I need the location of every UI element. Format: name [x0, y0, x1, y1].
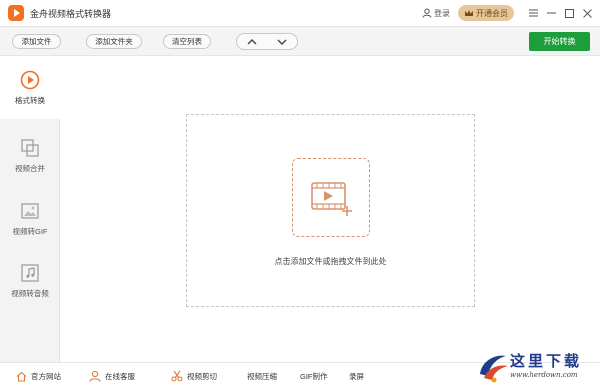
watermark-text: 这里下载	[510, 352, 583, 370]
maximize-icon	[564, 8, 574, 18]
sidebar: 格式转换 视频合并 视频转GIF 视频转音频	[0, 57, 60, 362]
add-video-icon	[311, 181, 352, 216]
add-folder-button[interactable]: 添加文件夹	[86, 34, 142, 49]
user-icon	[422, 8, 432, 18]
app-logo-icon	[8, 5, 24, 21]
chevron-up-icon	[247, 38, 257, 44]
watermark: 这里下载 www.herdown.com	[470, 344, 600, 388]
title-bar: 金舟视频格式转换器 登录 开通会员	[0, 0, 600, 26]
merge-icon	[20, 138, 40, 158]
move-down-button[interactable]	[267, 34, 297, 49]
scissors-icon	[171, 370, 183, 382]
screen-record-label: 录屏	[349, 371, 364, 381]
toolbar: 添加文件 添加文件夹 清空列表 开始转换	[0, 26, 600, 56]
title-bar-controls: 登录 开通会员	[422, 0, 600, 26]
sidebar-item-video-to-audio[interactable]: 视频转音频	[0, 250, 60, 312]
support-icon	[89, 370, 101, 382]
support-label: 在线客服	[105, 371, 135, 381]
sidebar-item-label: 视频合并	[15, 164, 45, 173]
close-button[interactable]	[578, 0, 596, 26]
video-compress-link[interactable]: 视频压缩	[247, 363, 277, 388]
home-icon	[16, 371, 27, 382]
add-file-button[interactable]: 添加文件	[12, 34, 61, 49]
website-label: 官方网站	[31, 371, 61, 381]
start-convert-button[interactable]: 开始转换	[529, 32, 590, 51]
gif-make-link[interactable]: GIF制作	[300, 363, 328, 388]
vip-label: 开通会员	[476, 8, 508, 18]
close-icon	[582, 8, 592, 18]
screen-record-link[interactable]: 录屏	[349, 363, 364, 388]
move-up-button[interactable]	[237, 34, 267, 49]
video-cut-label: 视频剪切	[187, 371, 217, 381]
website-link[interactable]: 官方网站	[16, 363, 61, 388]
menu-button[interactable]	[524, 0, 542, 26]
sidebar-item-format-convert[interactable]: 格式转换	[0, 57, 60, 119]
video-compress-label: 视频压缩	[247, 371, 277, 381]
sidebar-item-video-merge[interactable]: 视频合并	[0, 125, 60, 187]
login-button[interactable]: 登录	[422, 8, 450, 19]
add-video-button[interactable]	[292, 158, 370, 237]
support-link[interactable]: 在线客服	[89, 363, 135, 388]
gif-make-label: GIF制作	[300, 371, 328, 381]
sidebar-item-video-to-gif[interactable]: 视频转GIF	[0, 188, 60, 250]
minimize-button[interactable]	[542, 0, 560, 26]
menu-icon	[528, 9, 538, 17]
chevron-down-icon	[277, 39, 287, 45]
watermark-logo-icon	[480, 355, 508, 383]
video-cut-link[interactable]: 视频剪切	[171, 363, 217, 388]
music-icon	[20, 263, 40, 283]
vip-button[interactable]: 开通会员	[458, 5, 514, 21]
move-buttons	[236, 33, 298, 50]
file-drop-zone[interactable]: 点击添加文件或拖拽文件到此处	[186, 114, 475, 307]
crown-icon	[465, 10, 473, 16]
drop-hint: 点击添加文件或拖拽文件到此处	[274, 257, 387, 266]
play-circle-icon	[20, 70, 40, 90]
sidebar-item-label: 格式转换	[15, 96, 45, 105]
image-icon	[20, 201, 40, 221]
login-label: 登录	[434, 8, 450, 18]
minimize-icon	[546, 12, 556, 14]
watermark-url: www.herdown.com	[510, 371, 578, 379]
sidebar-item-label: 视频转音频	[11, 289, 49, 298]
maximize-button[interactable]	[560, 0, 578, 26]
app-title: 金舟视频格式转换器	[30, 8, 112, 19]
sidebar-item-label: 视频转GIF	[12, 227, 48, 236]
clear-list-button[interactable]: 清空列表	[163, 34, 211, 49]
